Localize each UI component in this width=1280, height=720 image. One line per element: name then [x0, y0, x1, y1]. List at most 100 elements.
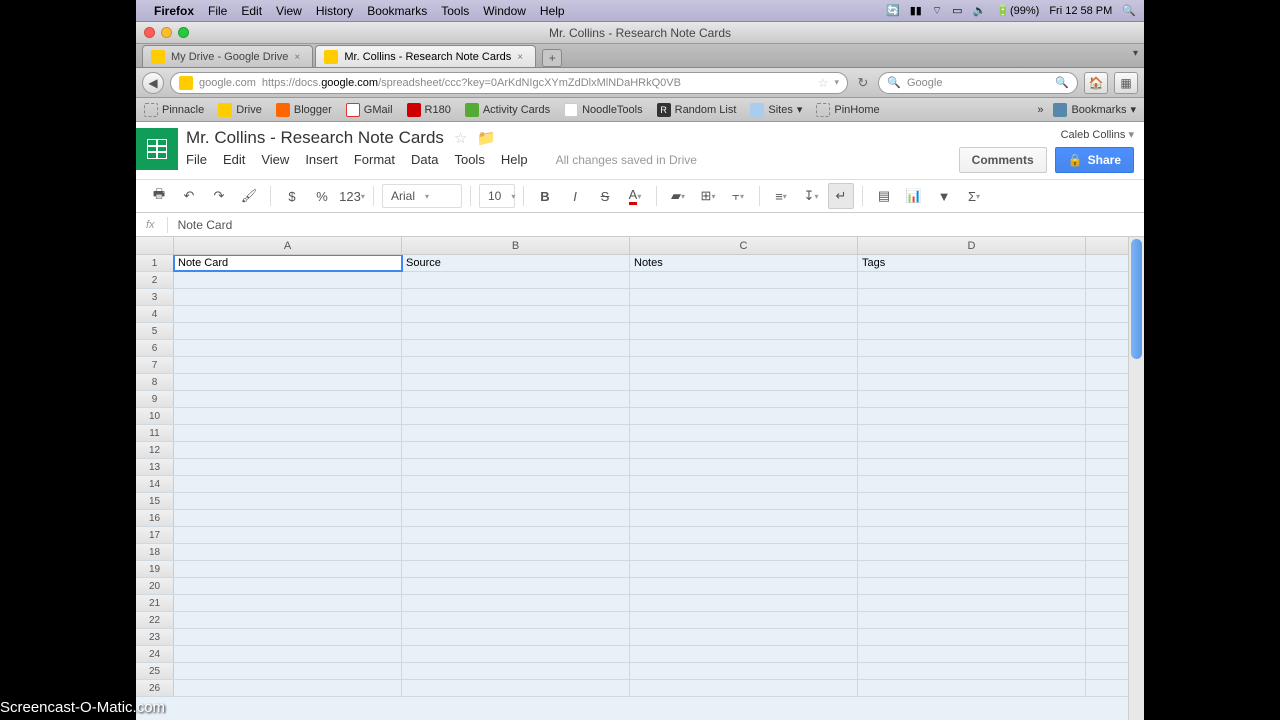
cell[interactable] — [402, 442, 630, 458]
bookmarks-menu[interactable]: Bookmarks ▾ — [1053, 103, 1136, 117]
wifi-icon[interactable]: ⌔ — [932, 4, 942, 18]
row-header[interactable]: 25 — [136, 663, 174, 679]
row-header[interactable]: 16 — [136, 510, 174, 526]
cell[interactable] — [630, 629, 858, 645]
comments-button[interactable]: Comments — [959, 147, 1047, 173]
cell[interactable] — [858, 340, 1086, 356]
row-header[interactable]: 15 — [136, 493, 174, 509]
home-button[interactable]: 🏠 — [1084, 72, 1108, 94]
cell[interactable] — [630, 680, 858, 696]
cell[interactable] — [174, 289, 402, 305]
undo-icon[interactable]: ↶ — [176, 183, 202, 209]
cell[interactable] — [174, 663, 402, 679]
cell[interactable] — [402, 323, 630, 339]
close-tab-icon[interactable]: × — [517, 52, 527, 62]
sheets-menu-file[interactable]: File — [186, 152, 207, 167]
currency-icon[interactable]: $ — [279, 183, 305, 209]
col-header-c[interactable]: C — [630, 237, 858, 254]
cell[interactable] — [858, 612, 1086, 628]
cell[interactable] — [174, 459, 402, 475]
display-icon[interactable]: ▭ — [952, 4, 962, 17]
back-button[interactable]: ◀ — [142, 72, 164, 94]
bookmark-star-icon[interactable]: ☆ — [818, 76, 829, 90]
spreadsheet-grid[interactable]: A B C D 1Note CardSourceNotesTags2345678… — [136, 237, 1128, 720]
cell[interactable] — [402, 289, 630, 305]
row-header[interactable]: 2 — [136, 272, 174, 288]
row-header[interactable]: 8 — [136, 374, 174, 390]
text-color-icon[interactable]: A — [622, 183, 648, 209]
row-header[interactable]: 18 — [136, 544, 174, 560]
menu-tools[interactable]: Tools — [441, 4, 469, 18]
cell[interactable] — [402, 612, 630, 628]
cell[interactable] — [402, 561, 630, 577]
sheets-menu-tools[interactable]: Tools — [454, 152, 484, 167]
font-select[interactable]: Arial — [382, 184, 462, 208]
sheets-menu-help[interactable]: Help — [501, 152, 528, 167]
cell[interactable] — [858, 459, 1086, 475]
cell[interactable] — [630, 357, 858, 373]
cell[interactable] — [858, 527, 1086, 543]
cell[interactable] — [402, 527, 630, 543]
cell[interactable] — [858, 425, 1086, 441]
cell[interactable] — [630, 544, 858, 560]
spotlight-icon[interactable]: 🔍 — [1122, 4, 1136, 17]
cell[interactable] — [858, 595, 1086, 611]
cell[interactable] — [858, 476, 1086, 492]
cell[interactable] — [402, 306, 630, 322]
bookmark-activity[interactable]: Activity Cards — [465, 103, 550, 117]
vertical-scrollbar[interactable] — [1128, 237, 1144, 720]
cell[interactable] — [402, 493, 630, 509]
cell[interactable] — [174, 595, 402, 611]
volume-icon[interactable]: 🔊 — [973, 4, 987, 17]
cell[interactable] — [630, 289, 858, 305]
row-header[interactable]: 17 — [136, 527, 174, 543]
strike-icon[interactable]: S — [592, 183, 618, 209]
share-button[interactable]: 🔒Share — [1055, 147, 1134, 173]
bookmark-overflow-icon[interactable]: » — [1037, 104, 1043, 116]
cell[interactable] — [402, 459, 630, 475]
row-header[interactable]: 24 — [136, 646, 174, 662]
cell[interactable] — [402, 544, 630, 560]
cell[interactable] — [858, 493, 1086, 509]
percent-icon[interactable]: % — [309, 183, 335, 209]
cell[interactable] — [402, 510, 630, 526]
cell[interactable] — [174, 425, 402, 441]
menu-history[interactable]: History — [316, 4, 353, 18]
cell[interactable] — [174, 442, 402, 458]
bookmark-random[interactable]: RRandom List — [657, 103, 737, 117]
cell[interactable] — [630, 595, 858, 611]
cell[interactable] — [630, 510, 858, 526]
row-header[interactable]: 10 — [136, 408, 174, 424]
cell[interactable] — [630, 391, 858, 407]
row-header[interactable]: 19 — [136, 561, 174, 577]
col-header-b[interactable]: B — [402, 237, 630, 254]
sheets-menu-edit[interactable]: Edit — [223, 152, 245, 167]
cell[interactable] — [174, 527, 402, 543]
wrap-icon[interactable]: ↵ — [828, 183, 854, 209]
browser-tab-active[interactable]: Mr. Collins - Research Note Cards × — [315, 45, 536, 67]
halign-icon[interactable]: ≡ — [768, 183, 794, 209]
menu-help[interactable]: Help — [540, 4, 565, 18]
cell[interactable] — [402, 629, 630, 645]
browser-tab[interactable]: My Drive - Google Drive × — [142, 45, 313, 67]
cell[interactable] — [858, 272, 1086, 288]
cell[interactable] — [630, 612, 858, 628]
cell[interactable] — [174, 561, 402, 577]
cell[interactable] — [630, 323, 858, 339]
sheets-menu-data[interactable]: Data — [411, 152, 438, 167]
row-header[interactable]: 21 — [136, 595, 174, 611]
cell[interactable] — [402, 425, 630, 441]
cell[interactable] — [174, 340, 402, 356]
cell[interactable] — [174, 578, 402, 594]
cell[interactable]: Notes — [630, 255, 858, 271]
account-menu[interactable]: Caleb Collins — [1061, 128, 1134, 141]
cell[interactable]: Note Card — [174, 255, 402, 271]
cell[interactable] — [858, 680, 1086, 696]
cell[interactable] — [402, 340, 630, 356]
cell[interactable] — [402, 272, 630, 288]
row-header[interactable]: 4 — [136, 306, 174, 322]
folder-icon[interactable]: 📁 — [477, 129, 496, 147]
bookmark-drive[interactable]: Drive — [218, 103, 262, 117]
cell[interactable] — [174, 493, 402, 509]
cell[interactable] — [630, 442, 858, 458]
